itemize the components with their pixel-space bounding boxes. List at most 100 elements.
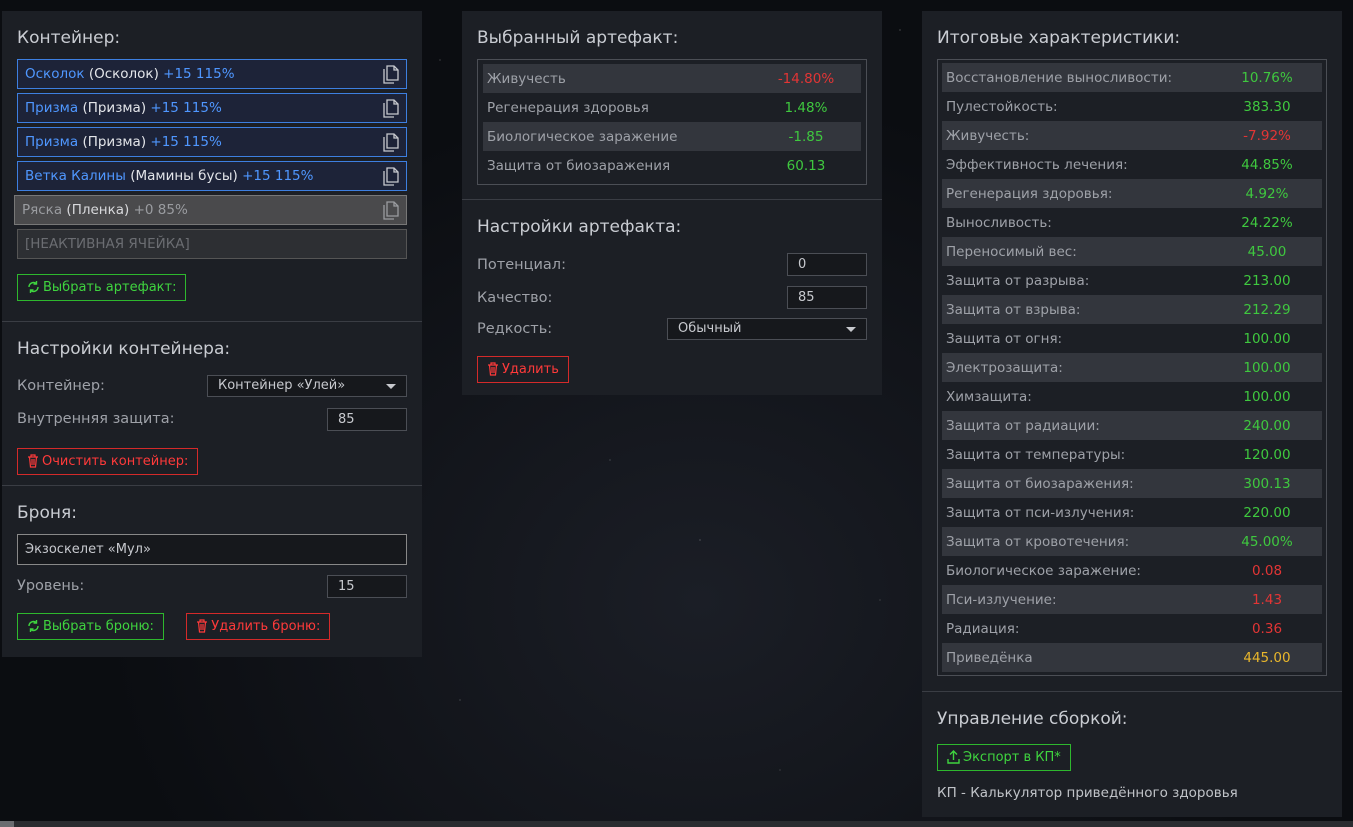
trash-icon: [488, 362, 498, 376]
inner-protection-input[interactable]: 85: [327, 407, 407, 431]
artifact-stat-row: Регенерация здоровья 1.48%: [483, 93, 861, 122]
total-stat-row: Защита от радиации: 240.00: [942, 411, 1322, 440]
potential-input[interactable]: 0: [787, 253, 867, 276]
stat-value: 212.29: [1243, 301, 1291, 318]
total-stat-row: Защита от биозаражения: 300.13: [942, 469, 1322, 498]
slot-type: (Осколок): [88, 66, 159, 82]
artifact-stat-row: Защита от биозаражения 60.13: [483, 151, 861, 180]
stat-value: 1.48%: [784, 99, 828, 116]
stat-label: Живучесть:: [946, 127, 1030, 144]
stat-label: Восстановление выносливости:: [946, 69, 1173, 86]
slot-type: (Мамины бусы): [130, 168, 238, 184]
stat-label: Защита от кровотечения:: [946, 533, 1130, 550]
container-slot-4[interactable]: Ветка Калины (Мамины бусы) +15 115%: [17, 161, 407, 191]
stat-value: 1.43: [1251, 591, 1283, 608]
armor-level-input[interactable]: 15: [327, 574, 407, 598]
inactive-slot: [НЕАКТИВНАЯ ЯЧЕЙКА]: [17, 229, 407, 259]
build-management-section: Управление сборкой: Экспорт в КП* КП - К…: [922, 691, 1342, 815]
inner-protection-label: Внутренняя защита:: [17, 411, 175, 427]
stat-label: Регенерация здоровья: [487, 99, 649, 116]
choose-artifact-button[interactable]: Выбрать артефакт:: [17, 274, 187, 301]
rarity-select[interactable]: Обычный: [667, 318, 867, 340]
trash-icon: [197, 619, 208, 633]
stat-value: 240.00: [1243, 417, 1291, 434]
selected-artifact-stats: Живучесть -14.80% Регенерация здоровья 1…: [477, 59, 867, 185]
stat-label: Химзащита:: [946, 388, 1032, 405]
total-stat-row: Защита от температуры: 120.00: [942, 440, 1322, 469]
stat-label: Защита от радиации:: [946, 417, 1100, 434]
copy-icon[interactable]: [383, 201, 399, 220]
stat-label: Переносимый вес:: [946, 243, 1077, 260]
slot-name: Ветка Калины: [25, 168, 126, 184]
container-slot-3[interactable]: Призма (Призма) +15 115%: [17, 127, 407, 157]
slot-bonus: +15 115%: [163, 66, 235, 82]
stat-label: Защита от пси-излучения:: [946, 504, 1135, 521]
container-slot-5[interactable]: Ряска (Пленка) +0 85%: [14, 195, 407, 225]
stat-label: Регенерация здоровья:: [946, 185, 1113, 202]
copy-icon[interactable]: [383, 167, 399, 186]
copy-icon[interactable]: [383, 99, 399, 118]
right-panel: Итоговые характеристики: Восстановление …: [922, 11, 1342, 817]
inactive-slot-label: [НЕАКТИВНАЯ ЯЧЕЙКА]: [25, 236, 190, 252]
stat-label: Биологическое заражение:: [946, 562, 1141, 579]
stat-value: -1.85: [788, 128, 824, 145]
rarity-label: Редкость:: [477, 321, 553, 337]
totals-title: Итоговые характеристики:: [937, 28, 1181, 48]
armor-name-field[interactable]: Экзоскелет «Мул»: [17, 534, 407, 565]
stat-value: 383.30: [1243, 98, 1291, 115]
total-stat-row: Биологическое заражение: 0.08: [942, 556, 1322, 585]
artifact-settings-section: Настройки артефакта: Потенциал: 0 Качест…: [462, 199, 882, 397]
total-stat-row: Живучесть: -7.92%: [942, 121, 1322, 150]
export-note: КП - Калькулятор приведённого здоровья: [937, 785, 1238, 801]
stat-label: Защита от биозаражения: [487, 157, 671, 174]
scrollbar-thumb[interactable]: [0, 821, 14, 827]
export-label: Экспорт в КП*: [963, 750, 1061, 765]
totals-stats: Восстановление выносливости: 10.76% Пулест…: [937, 59, 1327, 676]
potential-label: Потенциал:: [477, 256, 566, 273]
copy-icon[interactable]: [383, 133, 399, 152]
stat-label: Приведёнка: [946, 649, 1033, 666]
delete-armor-label: Удалить броню:: [211, 619, 321, 634]
stat-value: 0.36: [1251, 620, 1283, 637]
total-stat-row: Пулестойкость: 383.30: [942, 92, 1322, 121]
chevron-down-icon: [386, 384, 396, 389]
stat-value: 4.92%: [1245, 185, 1289, 202]
total-stat-row: Восстановление выносливости: 10.76%: [942, 63, 1322, 92]
stat-value: 45.00%: [1241, 533, 1293, 550]
left-panel: Контейнер: Осколок (Осколок) +15 115% Пр…: [2, 11, 422, 657]
total-stat-row: Защита от разрыва: 213.00: [942, 266, 1322, 295]
stat-label: Пси-излучение:: [946, 591, 1057, 608]
quality-input[interactable]: 85: [787, 286, 867, 309]
container-slot-1[interactable]: Осколок (Осколок) +15 115%: [17, 59, 407, 89]
container-slot-2[interactable]: Призма (Призма) +15 115%: [17, 93, 407, 123]
clear-container-label: Очистить контейнер:: [42, 454, 189, 469]
artifact-stat-row: Биологическое заражение -1.85: [483, 122, 861, 151]
copy-icon[interactable]: [383, 65, 399, 84]
stat-value: 100.00: [1243, 330, 1291, 347]
upload-icon: [947, 750, 960, 764]
total-stat-row: Защита от кровотечения: 45.00%: [942, 527, 1322, 556]
stat-value: 220.00: [1243, 504, 1291, 521]
stat-label: Биологическое заражение: [487, 128, 678, 145]
clear-container-button[interactable]: Очистить контейнер:: [17, 448, 199, 475]
delete-artifact-button[interactable]: Удалить: [477, 356, 569, 383]
total-stat-row: Эффективность лечения: 44.85%: [942, 150, 1322, 179]
stat-label: Защита от взрыва:: [946, 301, 1081, 318]
choose-armor-button[interactable]: Выбрать броню:: [17, 613, 164, 640]
export-button[interactable]: Экспорт в КП*: [937, 744, 1071, 771]
stat-value: 445.00: [1243, 649, 1291, 666]
container-section: Контейнер: Осколок (Осколок) +15 115% Пр…: [2, 11, 422, 321]
horizontal-scrollbar[interactable]: [0, 821, 1353, 827]
stat-label: Защита от биозаражения:: [946, 475, 1134, 492]
total-stat-row: Защита от взрыва: 212.29: [942, 295, 1322, 324]
slot-bonus: +0 85%: [133, 202, 188, 218]
stat-value: 10.76%: [1241, 69, 1293, 86]
build-management-title: Управление сборкой:: [937, 709, 1128, 729]
total-stat-row: Защита от огня: 100.00: [942, 324, 1322, 353]
container-type-select[interactable]: Контейнер «Улей»: [207, 375, 407, 397]
slot-type: (Призма): [82, 134, 147, 150]
stat-value: 213.00: [1243, 272, 1291, 289]
total-stat-row: Радиация: 0.36: [942, 614, 1322, 643]
slot-type: (Пленка): [66, 202, 130, 218]
delete-armor-button[interactable]: Удалить броню:: [186, 613, 331, 640]
